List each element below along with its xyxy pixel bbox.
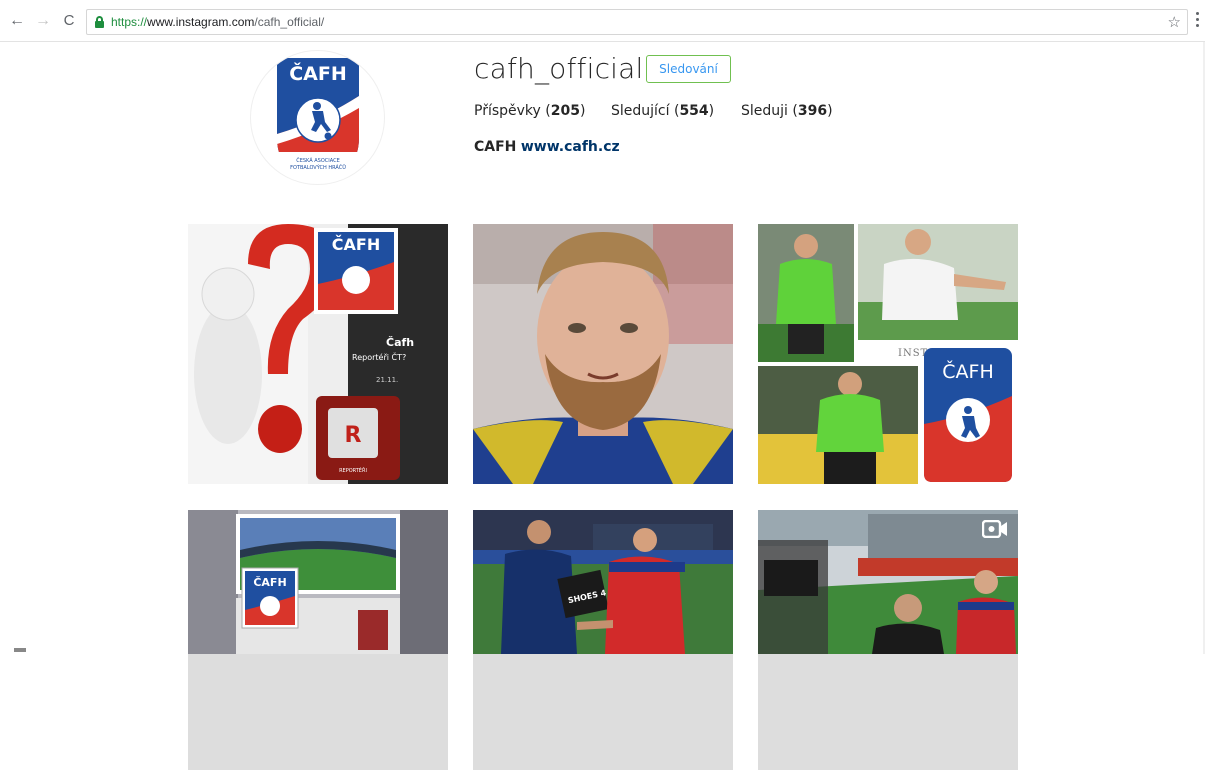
posts-count-stat: Příspěvky (205) [474, 103, 586, 119]
reload-icon[interactable]: C [60, 12, 78, 30]
post-tile-2[interactable] [473, 224, 733, 484]
post-tile-1[interactable]: ČAFH Čafh Reportéři ČT? 21.11. R REPORTÉ… [188, 224, 448, 484]
back-arrow-icon[interactable]: ← [8, 12, 26, 30]
post-1-image: ČAFH Čafh Reportéři ČT? 21.11. R REPORTÉ… [188, 224, 448, 484]
post-4-logo-text: ČAFH [253, 576, 286, 589]
post-3-image: INSTAMAG ČAFH [758, 224, 1018, 484]
url-scheme: https:// [111, 15, 148, 29]
profile-avatar[interactable]: ČAFH ČESKÁ ASOCIACE FOTBALOVÝCH HRÁČŮ [250, 50, 385, 185]
url-host: www.instagram.com [147, 15, 255, 29]
post-tile-4[interactable]: ČAFH [188, 510, 448, 770]
lock-icon [95, 16, 104, 28]
profile-username: cafh_official [474, 52, 644, 85]
post-tile-5[interactable]: SHOES 4 LIFE [473, 510, 733, 770]
post-2-image [473, 224, 733, 484]
address-bar[interactable]: https://www.instagram.com/cafh_official/… [86, 9, 1188, 35]
avatar-logo-text: ČAFH [289, 61, 347, 85]
post-4-image: ČAFH [188, 510, 448, 654]
post-6-image [758, 510, 1018, 654]
post-1-side-text-1: Čafh [386, 336, 414, 349]
bookmark-star-icon[interactable]: ☆ [1168, 13, 1181, 31]
post-5-image: SHOES 4 LIFE [473, 510, 733, 654]
avatar-logo-subtext-2: FOTBALOVÝCH HRÁČŮ [290, 164, 346, 171]
post-1-badge-caption: REPORTÉŘI [339, 466, 367, 474]
page-corner-mark [14, 648, 26, 652]
avatar-logo-subtext-1: ČESKÁ ASOCIACE [296, 157, 340, 164]
post-1-side-text-3: 21.11. [376, 376, 398, 384]
url-path: /cafh_official/ [254, 15, 325, 29]
bio-website-link[interactable]: www.cafh.cz [521, 139, 620, 155]
profile-bio: CAFH www.cafh.cz [474, 139, 620, 155]
browser-menu-icon[interactable] [1194, 12, 1200, 30]
post-3-logo-text: ČAFH [942, 359, 993, 383]
followers-count-stat[interactable]: Sledující (554) [611, 103, 714, 119]
profile-page: ČAFH ČESKÁ ASOCIACE FOTBALOVÝCH HRÁČŮ ca… [0, 42, 1205, 770]
post-tile-3[interactable]: INSTAMAG ČAFH [758, 224, 1018, 484]
post-1-side-text-2: Reportéři ČT? [352, 351, 406, 362]
following-count-stat[interactable]: Sleduji (396) [741, 103, 833, 119]
post-1-logo-text: ČAFH [332, 235, 380, 254]
following-button[interactable]: Sledování [646, 55, 731, 83]
url-text[interactable]: https://www.instagram.com/cafh_official/ [111, 15, 324, 29]
cafh-crest-logo: ČAFH ČESKÁ ASOCIACE FOTBALOVÝCH HRÁČŮ [277, 58, 359, 180]
post-1-badge-letter: R [345, 423, 362, 448]
bio-name: CAFH [474, 139, 517, 155]
browser-toolbar: ← → C https://www.instagram.com/cafh_off… [0, 0, 1205, 42]
video-icon [982, 520, 1007, 538]
post-tile-6[interactable] [758, 510, 1018, 770]
forward-arrow-icon[interactable]: → [34, 12, 52, 30]
